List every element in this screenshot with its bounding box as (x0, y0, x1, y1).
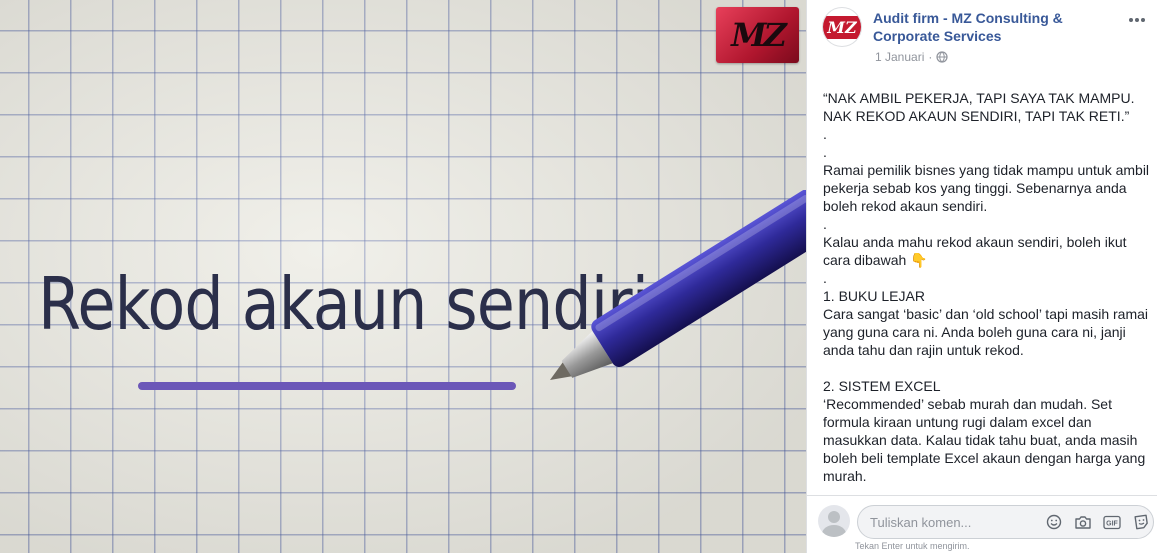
page-avatar[interactable]: MZ (822, 7, 862, 47)
comment-hint: Tekan Enter untuk mengirim. (855, 541, 970, 551)
post-paragraph (823, 359, 1153, 377)
meta-separator: · (928, 50, 933, 64)
post-paragraph: . (823, 270, 827, 286)
post-paragraph: ‘Recommended’ sebab murah dan mudah. Set… (823, 396, 1150, 484)
post-meta: 1 Januari · (875, 50, 948, 64)
page-name-link[interactable]: Audit firm - MZ Consulting & Corporate S… (873, 9, 1113, 45)
comment-tools: GIF (1044, 513, 1151, 531)
page-avatar-text: MZ (823, 15, 861, 39)
globe-icon[interactable] (936, 51, 948, 63)
post-paragraph: “NAK AMBIL PEKERJA, TAPI SAYA TAK MAMPU.… (823, 90, 1139, 124)
sticker-icon[interactable] (1131, 513, 1151, 531)
gif-label: GIF (1106, 520, 1118, 527)
post-paragraph: . (823, 126, 827, 142)
post-paragraph: . (823, 486, 827, 494)
post-paragraph: Cara sangat ‘basic’ dan ‘old school’ tap… (823, 306, 1152, 358)
post-paragraph: . (823, 144, 827, 160)
post-side-panel: MZ Audit firm - MZ Consulting & Corporat… (806, 0, 1157, 553)
photo-underline-stroke (138, 382, 516, 390)
comment-composer: GIF Tekan Enter untuk mengirim. (807, 495, 1157, 553)
mz-logo-text: MZ (731, 16, 787, 54)
camera-icon[interactable] (1073, 513, 1093, 531)
emoji-icon[interactable] (1044, 513, 1064, 531)
post-paragraph: 2. SISTEM EXCEL (823, 378, 941, 394)
pen-illustration (550, 190, 806, 380)
post-paragraph: Ramai pemilik bisnes yang tidak mampu un… (823, 162, 1153, 214)
post-text: “NAK AMBIL PEKERJA, TAPI SAYA TAK MAMPU.… (823, 89, 1153, 494)
post-paragraph: . (823, 216, 827, 232)
mz-brand-logo: MZ (716, 7, 799, 63)
post-paragraph: 1. BUKU LEJAR (823, 288, 925, 304)
more-options-icon[interactable] (1129, 8, 1145, 26)
gif-icon[interactable]: GIF (1102, 513, 1122, 531)
post-paragraph: Kalau anda mahu rekod akaun sendiri, bol… (823, 234, 1131, 268)
user-avatar (818, 505, 850, 537)
post-date[interactable]: 1 Januari (875, 50, 924, 64)
post-photo[interactable]: Rekod akaun sendiri MZ (0, 0, 806, 553)
